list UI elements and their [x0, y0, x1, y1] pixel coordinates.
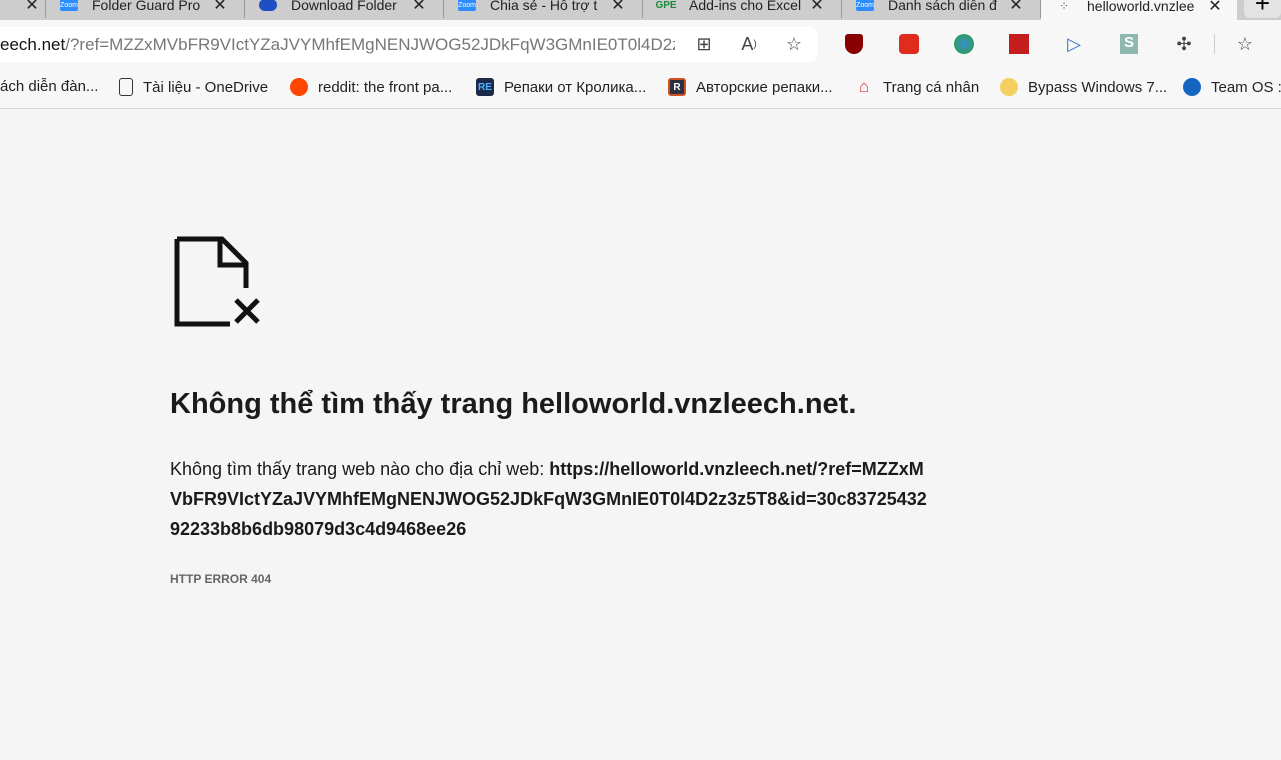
bookmark-label: Trang cá nhân — [883, 78, 980, 96]
tab[interactable]: Zoom Folder Guard Pro ✕ — [46, 0, 245, 18]
r-icon: R — [668, 78, 686, 96]
close-tab-icon[interactable]: ✕ — [608, 0, 628, 15]
address-bar[interactable]: eech.net/?ref=MZZxMVbFR9VIctYZaJVYMhfEMg… — [0, 27, 818, 62]
close-tab-icon[interactable]: ✕ — [1205, 0, 1225, 16]
cloud-icon — [259, 0, 277, 11]
tab-title: helloworld.vnzlee — [1087, 0, 1195, 14]
ublock-icon[interactable] — [842, 32, 866, 56]
extensions-icon[interactable]: ✣ — [1172, 32, 1196, 56]
idm-icon[interactable] — [952, 32, 976, 56]
bookmark[interactable]: RE Репаки от Кролика... — [476, 78, 646, 96]
bookmark-label: reddit: the front pa... — [318, 78, 453, 96]
tab-title: Add-ins cho Excel — [689, 0, 802, 13]
tab-active[interactable]: ⁘ helloworld.vnzlee ✕ — [1041, 0, 1237, 20]
tab-title: Folder Guard Pro — [92, 0, 201, 13]
tab-title: Chia sẻ - Hỗ trợ t — [490, 0, 598, 13]
add-favorite-icon[interactable]: ☆ — [782, 32, 806, 56]
repack-icon: RE — [476, 78, 494, 96]
tab-title: Danh sách diễn đ — [888, 0, 997, 13]
divider — [1214, 34, 1215, 54]
bookmark[interactable]: ách diễn đàn... — [0, 78, 98, 95]
tab[interactable]: GPE Add-ins cho Excel ✕ — [643, 0, 842, 18]
bookmark[interactable]: Bypass Windows 7... — [1000, 78, 1167, 96]
bookmark[interactable]: ⌂ Trang cá nhân — [855, 77, 980, 96]
s-extension-icon[interactable]: S — [1117, 32, 1141, 56]
play-extension-icon[interactable]: ▷ — [1062, 32, 1086, 56]
tab[interactable]: Zoom Danh sách diễn đ ✕ — [842, 0, 1041, 18]
loading-icon: ⁘ — [1058, 0, 1070, 13]
tab-strip: ✕ Zoom Folder Guard Pro ✕ Download Folder ✕… — [0, 0, 1281, 20]
close-tab-icon[interactable]: ✕ — [210, 0, 230, 15]
bookmark-label: Авторские репаки... — [696, 78, 833, 96]
close-tab-icon[interactable]: ✕ — [1006, 0, 1026, 15]
tab[interactable]: ✕ — [0, 0, 46, 18]
tab[interactable]: Zoom Chia sẻ - Hỗ trợ t ✕ — [444, 0, 643, 18]
error-message-text: Không tìm thấy trang web nào cho địa chỉ… — [170, 459, 550, 479]
tab-title: Download Folder — [291, 0, 397, 13]
bookmark[interactable]: R Авторские репаки... — [668, 78, 833, 96]
bookmark[interactable]: Team OS : — [1183, 78, 1281, 96]
error-message: Không tìm thấy trang web nào cho địa chỉ… — [170, 454, 930, 544]
new-tab-button[interactable]: + — [1244, 0, 1281, 18]
toolbar: eech.net/?ref=MZZxMVbFR9VIctYZaJVYMhfEMg… — [0, 20, 1281, 68]
favorites-icon[interactable]: ☆ — [1233, 32, 1257, 56]
document-icon — [119, 78, 133, 96]
bookmark[interactable]: Tài liệu - OneDrive — [119, 78, 268, 96]
address-path: /?ref=MZZxMVbFR9VIctYZaJVYMhfEMgNENJWOG5… — [65, 34, 676, 54]
lightbulb-icon — [1000, 78, 1018, 96]
error-title: Không thể tìm thấy trang helloworld.vnzl… — [170, 388, 857, 420]
reddit-icon — [290, 78, 308, 96]
close-tab-icon[interactable]: ✕ — [22, 0, 42, 15]
gpe-icon: GPE — [655, 0, 677, 11]
error-code: HTTP ERROR 404 — [170, 572, 272, 586]
tampermonkey-icon[interactable] — [897, 32, 921, 56]
close-tab-icon[interactable]: ✕ — [409, 0, 429, 15]
bookmark-label: Team OS : — [1211, 78, 1281, 96]
bookmarks-bar: ách diễn đàn... Tài liệu - OneDrive redd… — [0, 68, 1281, 109]
apps-icon[interactable]: ⊞ — [692, 32, 716, 56]
tab[interactable]: Download Folder ✕ — [245, 0, 444, 18]
teamos-icon — [1183, 78, 1201, 96]
read-aloud-icon[interactable]: A) — [737, 32, 761, 56]
close-tab-icon[interactable]: ✕ — [807, 0, 827, 15]
bookmark-label: Tài liệu - OneDrive — [143, 78, 269, 96]
home-icon: ⌂ — [858, 77, 870, 96]
address-host: eech.net — [0, 34, 66, 54]
bookmark-label: Репаки от Кролика... — [504, 78, 647, 96]
bookmark-label: ách diễn đàn... — [0, 78, 99, 95]
file-not-found-icon — [174, 236, 260, 327]
zoom-icon: Zoom — [458, 0, 476, 11]
zoom-icon: Zoom — [60, 0, 78, 11]
bookmark[interactable]: reddit: the front pa... — [290, 78, 452, 96]
magic-wand-icon[interactable] — [1007, 32, 1031, 56]
bookmark-label: Bypass Windows 7... — [1028, 78, 1168, 96]
zoom-icon: Zoom — [856, 0, 874, 11]
